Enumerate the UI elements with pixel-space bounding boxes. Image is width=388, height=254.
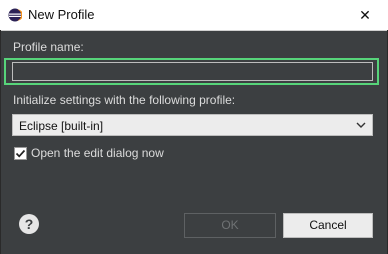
profile-name-input[interactable] xyxy=(12,62,373,81)
open-edit-dialog-label[interactable]: Open the edit dialog now xyxy=(31,146,164,160)
checkmark-icon xyxy=(15,149,26,158)
help-icon[interactable]: ? xyxy=(19,214,39,234)
eclipse-icon xyxy=(8,8,22,22)
window-border-left xyxy=(0,30,1,254)
open-edit-dialog-checkbox[interactable] xyxy=(14,147,27,160)
ok-button[interactable]: OK xyxy=(184,213,276,238)
close-icon[interactable]: ✕ xyxy=(359,7,371,24)
init-settings-label: Initialize settings with the following p… xyxy=(13,93,236,107)
title-bar: New Profile ✕ xyxy=(0,0,388,31)
profile-select[interactable]: Eclipse [built-in] xyxy=(12,114,373,136)
chevron-down-icon xyxy=(356,122,366,128)
cancel-button[interactable]: Cancel xyxy=(283,213,373,238)
profile-select-value: Eclipse [built-in] xyxy=(19,119,104,133)
close-button[interactable]: ✕ xyxy=(342,0,388,30)
window-title: New Profile xyxy=(28,7,95,22)
profile-name-label: Profile name: xyxy=(13,40,84,54)
